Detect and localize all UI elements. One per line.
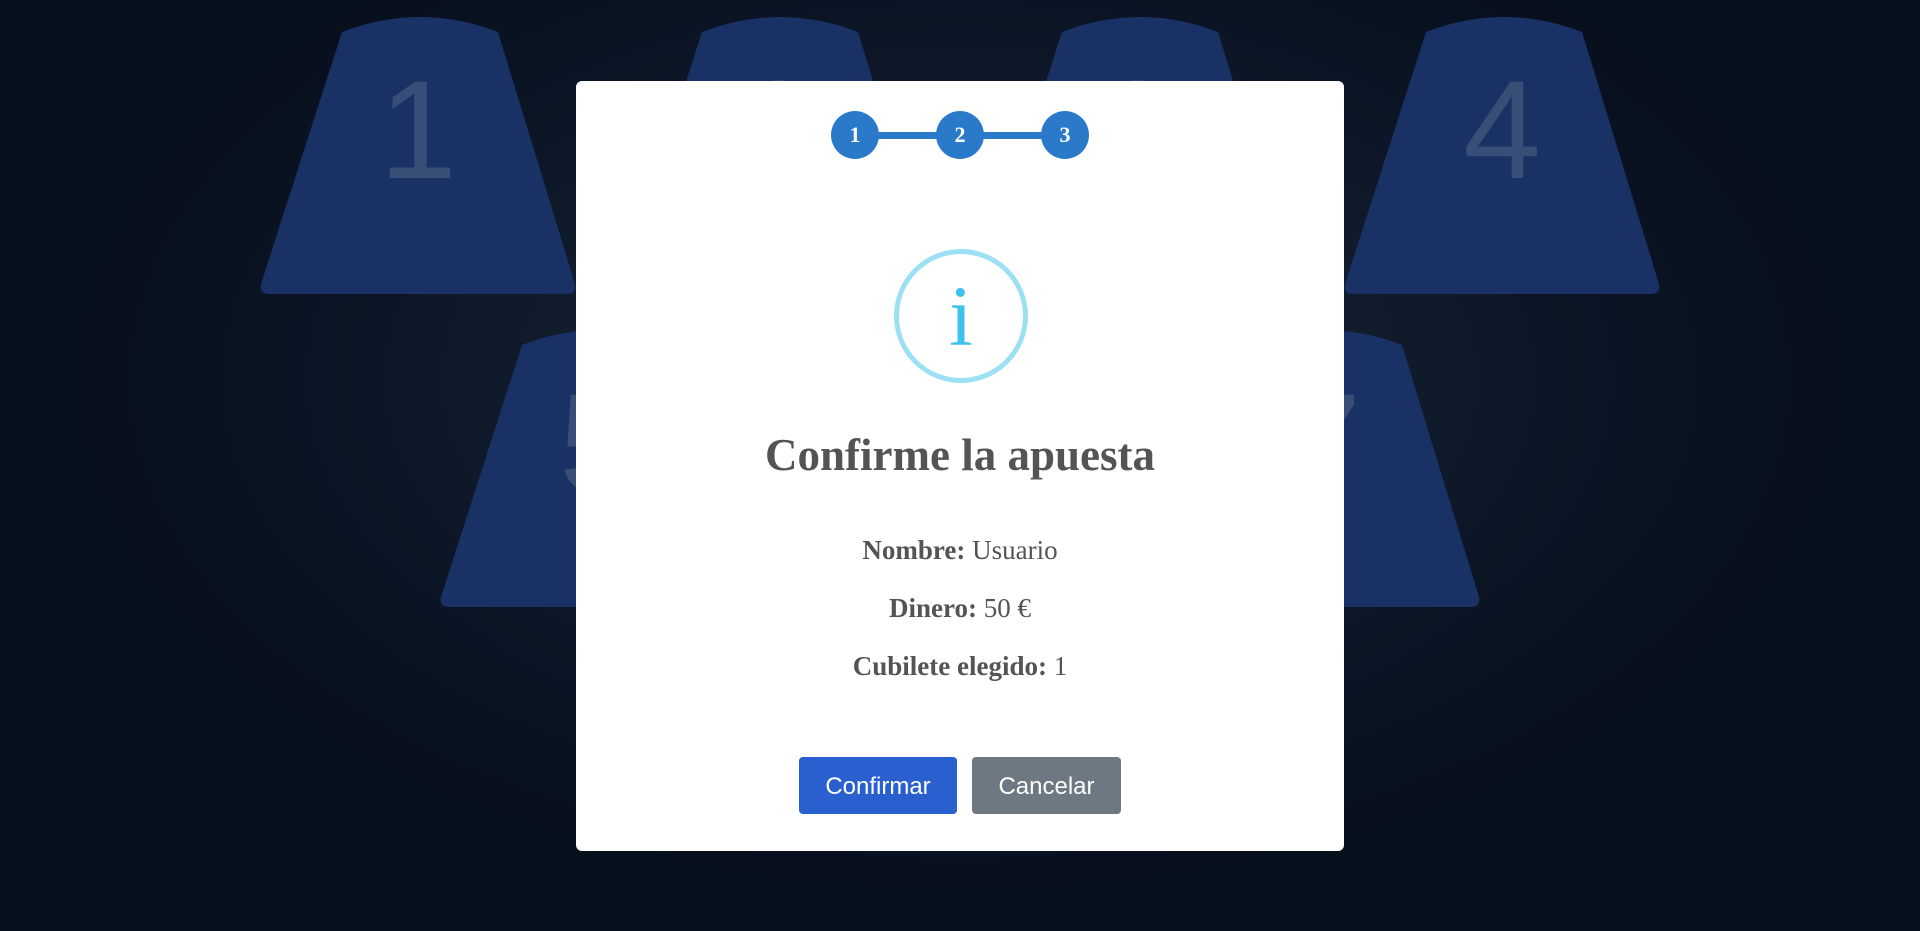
progress-steps: 1 2 3 <box>576 111 1344 159</box>
bet-confirmation-dialog: 1 2 3 i Confirme la apuesta Nombre: Usua… <box>576 81 1344 851</box>
detail-money: Dinero: 50 € <box>576 593 1344 624</box>
detail-money-label: Dinero: <box>889 593 977 623</box>
info-icon: i <box>894 249 1028 383</box>
step-1: 1 <box>831 111 879 159</box>
detail-name-label: Nombre: <box>862 535 966 565</box>
cancel-button[interactable]: Cancelar <box>972 757 1121 814</box>
dialog-actions: Confirmar Cancelar <box>576 757 1344 814</box>
detail-cup: Cubilete elegido: 1 <box>576 651 1344 682</box>
detail-name: Nombre: Usuario <box>576 535 1344 566</box>
confirm-button[interactable]: Confirmar <box>799 757 957 814</box>
step-2: 2 <box>936 111 984 159</box>
detail-cup-value: 1 <box>1053 651 1068 681</box>
step-3: 3 <box>1041 111 1089 159</box>
dialog-title: Confirme la apuesta <box>765 430 1155 480</box>
detail-cup-label: Cubilete elegido: <box>852 651 1047 681</box>
detail-name-value: Usuario <box>972 535 1058 565</box>
detail-money-value: 50 € <box>983 593 1031 623</box>
